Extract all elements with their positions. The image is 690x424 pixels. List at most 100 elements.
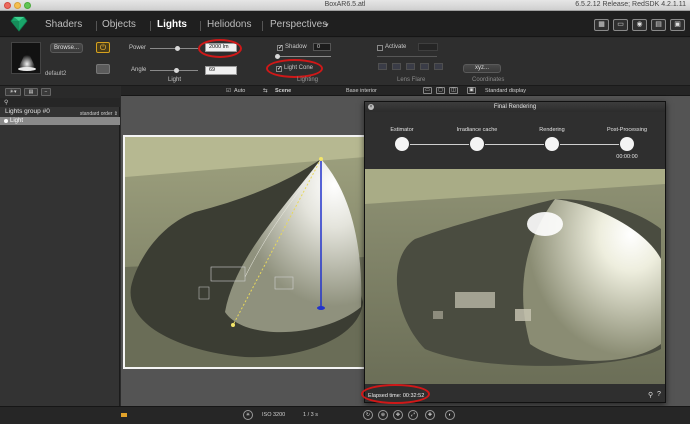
frame-view-icon[interactable]: ▭ [423, 87, 432, 94]
power-slider-knob[interactable] [175, 46, 180, 51]
flare-preset-icon[interactable] [406, 63, 415, 70]
standard-display-select[interactable]: Standard display [485, 88, 526, 94]
shadow-value-field[interactable]: 0 [313, 43, 331, 51]
grid-view-icon[interactable]: ▦ [594, 19, 609, 31]
preview-window-icon[interactable]: ▣ [467, 87, 476, 94]
bottom-bar: ✳ ISO 3200 1 / 3 s ↻ ⊕ ✥ ⤢ ✚ ◐ [0, 406, 690, 424]
step-connector [485, 144, 544, 145]
tab-lights[interactable]: Lights [157, 19, 187, 30]
tab-heliodons[interactable]: Heliodons [207, 19, 251, 30]
flare-preset-icon[interactable] [392, 63, 401, 70]
film-icon[interactable]: ▤ [651, 19, 666, 31]
browse-button[interactable]: Browse... [50, 43, 83, 53]
step-post-processing-label: Post-Processing [606, 127, 648, 133]
render-icon[interactable]: ▣ [670, 19, 685, 31]
rotate-icon[interactable]: ↻ [363, 410, 373, 420]
flare-preset-icon[interactable] [420, 63, 429, 70]
fit-view-icon[interactable]: ▢ [436, 87, 445, 94]
shadow-checkbox[interactable]: ✓ [277, 45, 283, 51]
tab-separator [200, 21, 201, 31]
search-icon[interactable]: ⚲ [648, 391, 653, 399]
lens-flare-value-field[interactable] [418, 43, 438, 51]
power-toggle-icon[interactable]: ⏻ [96, 42, 110, 53]
lens-flare-slider-track[interactable] [377, 56, 437, 57]
light-bullet-icon [4, 119, 8, 123]
viewport-toolbar: ☑ Auto ⇆ Scene Base interior ▭ ▢ ◫ ▣ Sta… [121, 86, 690, 96]
step-rendering-label: Rendering [539, 127, 565, 133]
shadow-slider-track[interactable] [277, 56, 331, 57]
shadow-label: Shadow [285, 44, 307, 50]
list-item[interactable]: Light [0, 117, 120, 125]
flare-preset-icon[interactable] [434, 63, 443, 70]
angle-label: Angle [131, 67, 147, 73]
tab-perspectives[interactable]: Perspectives [270, 19, 327, 30]
add-light-dropdown-icon[interactable]: ☀▾ [5, 88, 21, 96]
lens-flare-section-label: Lens Flare [397, 77, 426, 83]
perspectives-dropdown-icon[interactable]: ▾ [325, 21, 329, 29]
tab-separator [150, 21, 151, 31]
lights-list-panel: ☀▾ ▤ − ⚲ standard order ⇕ Lights group #… [0, 86, 120, 412]
tab-separator [262, 21, 263, 31]
zoom-icon[interactable]: ⊕ [378, 410, 388, 420]
artlantis-logo-icon [10, 16, 28, 32]
power-slider-track[interactable] [150, 48, 198, 49]
coordinates-button[interactable]: xyz... [463, 64, 501, 73]
light-preview-thumbnail [11, 42, 41, 74]
flare-preset-icon[interactable] [378, 63, 387, 70]
annotation-circle [361, 384, 430, 404]
final-rendering-title: Final Rendering [365, 102, 665, 112]
lighting-section-label: Lighting [297, 77, 319, 83]
angle-slider-knob[interactable] [174, 68, 179, 73]
light-section-label: Light [168, 77, 182, 83]
shadow-slider-knob[interactable] [275, 54, 280, 59]
camera-settings-icon[interactable]: ✳ [243, 410, 253, 420]
navigation-icon[interactable]: ✚ [425, 410, 435, 420]
step-rendering-indicator [545, 137, 559, 151]
scene-icon[interactable]: ⇆ [263, 88, 268, 94]
step-estimator-indicator [395, 137, 409, 151]
status-indicator-icon [121, 413, 127, 417]
annotation-circle [198, 39, 242, 58]
fit-icon[interactable]: ⤢ [408, 410, 418, 420]
tab-shaders[interactable]: Shaders [45, 19, 82, 30]
light-properties-panel: default2 Browse... ⏻ Power 2000 lm Angle… [0, 38, 690, 86]
activate-checkbox[interactable] [377, 45, 383, 51]
angle-value-field[interactable]: 69 [205, 66, 237, 75]
window-titlebar: BoxAR6.5.atl 6.5.2.12 Release; RedSDK 4.… [0, 0, 690, 11]
list-search-bar[interactable]: ⚲ standard order ⇕ [0, 98, 120, 117]
power-label: Power [129, 45, 147, 51]
light-cone-preview-image [125, 137, 365, 367]
base-interior-select[interactable]: Base interior [346, 88, 377, 94]
post-processing-time: 00:00:00 [616, 154, 638, 160]
main-tab-bar: Shaders Objects Lights Heliodons Perspec… [0, 11, 690, 37]
step-irradiance-label: Irradiance cache [456, 127, 498, 133]
remove-light-icon[interactable]: − [41, 88, 51, 96]
pan-icon[interactable]: ✥ [393, 410, 403, 420]
rendered-image [365, 169, 665, 384]
close-icon[interactable]: × [368, 104, 374, 110]
lights-group-header[interactable]: Lights group #0 [5, 108, 50, 115]
shutter-value[interactable]: 1 / 3 s [303, 412, 318, 418]
auto-label: Auto [234, 88, 246, 94]
add-group-icon[interactable]: ▤ [24, 88, 38, 96]
search-icon[interactable]: ⚲ [4, 99, 8, 106]
split-view-icon[interactable]: ◫ [449, 87, 458, 94]
step-estimator-label: Estimator [390, 127, 414, 133]
scene-preview[interactable] [123, 135, 367, 369]
scene-label[interactable]: Scene [275, 88, 291, 94]
list-toolbar: ☀▾ ▤ − [0, 86, 120, 98]
step-irradiance-indicator [470, 137, 484, 151]
light-color-swatch[interactable] [96, 64, 110, 74]
annotation-circle [266, 59, 323, 78]
coordinates-section-label: Coordinates [472, 77, 505, 83]
step-post-processing-indicator [620, 137, 634, 151]
tab-objects[interactable]: Objects [102, 19, 136, 30]
view-mode-icon[interactable]: ◐ [445, 410, 455, 420]
iso-value[interactable]: ISO 3200 [262, 412, 285, 418]
step-connector [410, 144, 469, 145]
window-icon[interactable]: ▭ [613, 19, 628, 31]
preview-name: default2 [45, 71, 67, 77]
help-icon[interactable]: ? [657, 391, 661, 398]
auto-checkbox[interactable]: ☑ [226, 88, 231, 94]
camera-icon[interactable]: ◉ [632, 19, 647, 31]
